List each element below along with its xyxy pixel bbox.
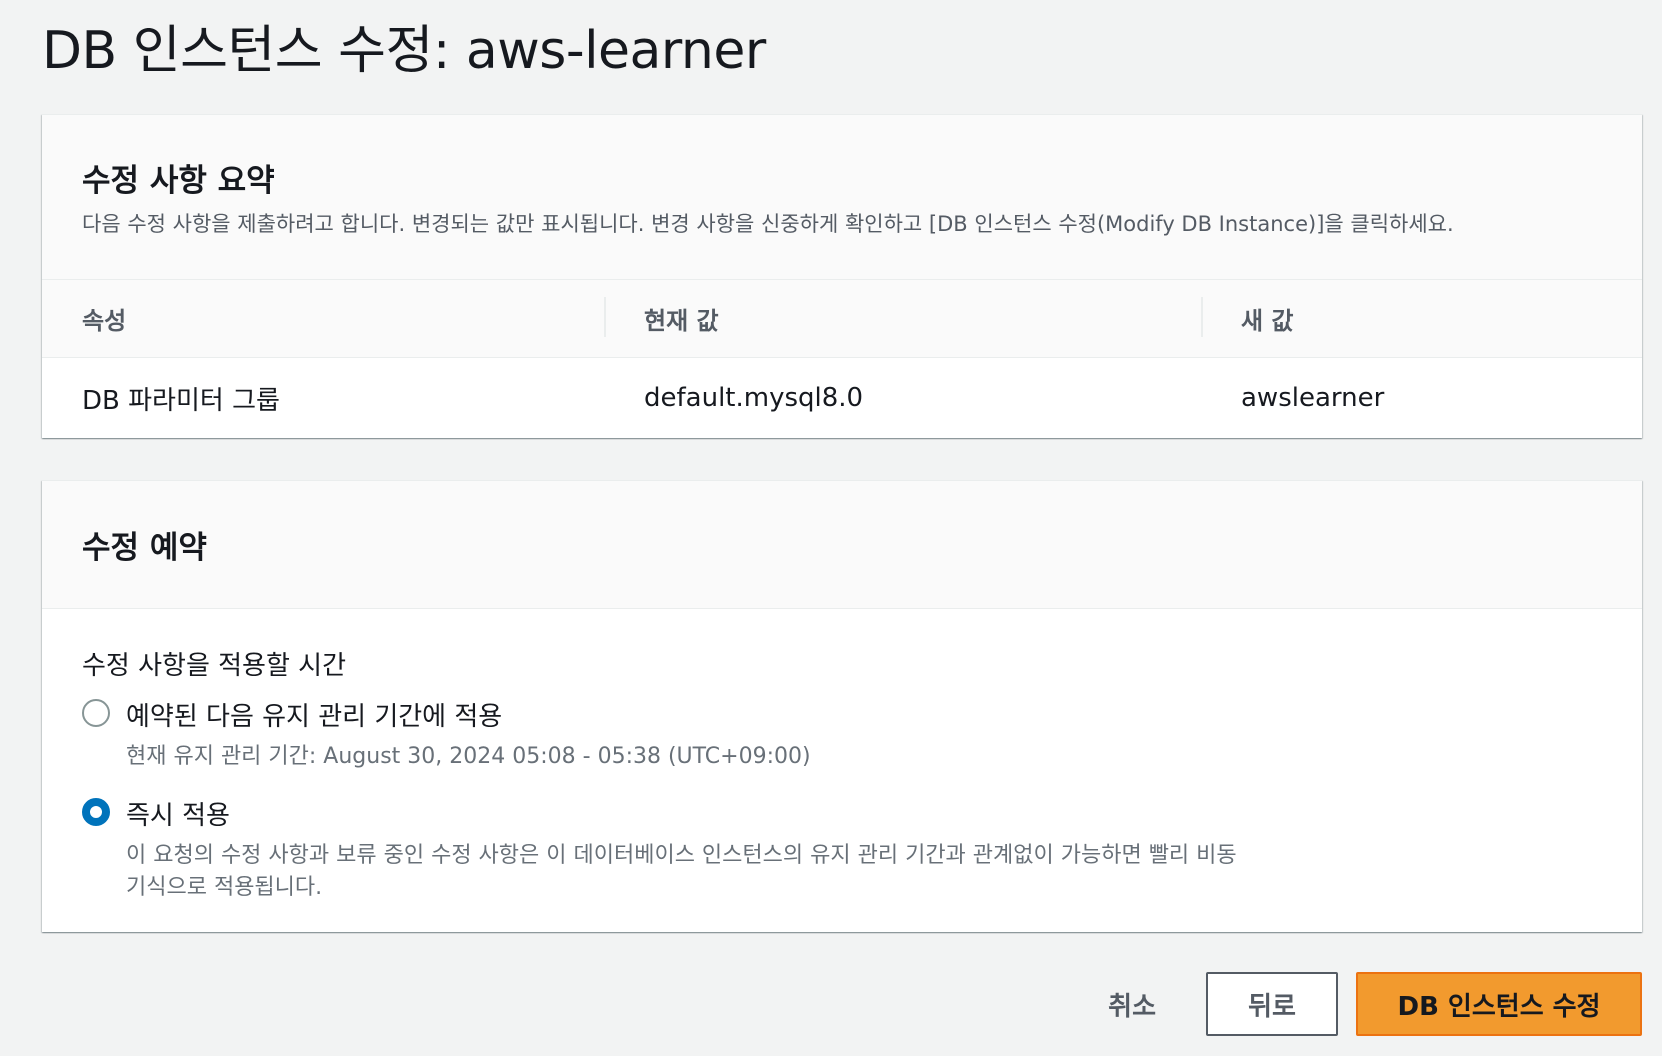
summary-description: 다음 수정 사항을 제출하려고 합니다. 변경되는 값만 표시됩니다. 변경 사… bbox=[82, 212, 1454, 236]
schedule-title: 수정 예약 bbox=[82, 530, 207, 566]
column-header-new-value: 새 값 bbox=[1201, 297, 1642, 337]
modify-db-instance-page: DB 인스턴스 수정: aws-learner 수정 사항 요약 다음 수정 사… bbox=[0, 0, 1662, 1056]
summary-header: 수정 사항 요약 다음 수정 사항을 제출하려고 합니다. 변경되는 값만 표시… bbox=[42, 115, 1642, 280]
radio-option-apply-immediately[interactable]: 즉시 적용 이 요청의 수정 사항과 보류 중인 수정 사항은 이 데이터베이스… bbox=[82, 795, 1602, 904]
radio-description-maintenance-window: 현재 유지 관리 기간: August 30, 2024 05:08 - 05:… bbox=[126, 744, 811, 769]
column-header-current-value: 현재 값 bbox=[604, 297, 1201, 337]
summary-title: 수정 사항 요약 bbox=[82, 163, 275, 199]
table-row: DB 파라미터 그룹 default.mysql8.0 awslearner bbox=[42, 358, 1642, 438]
radio-description-apply-immediately: 이 요청의 수정 사항과 보류 중인 수정 사항은 이 데이터베이스 인스턴스의… bbox=[126, 843, 1237, 900]
column-header-attribute: 속성 bbox=[82, 307, 127, 335]
radio-button-apply-immediately[interactable] bbox=[82, 798, 110, 826]
schedule-panel: 수정 예약 수정 사항을 적용할 시간 예약된 다음 유지 관리 기간에 적용 … bbox=[42, 480, 1642, 932]
radio-label-maintenance-window: 예약된 다음 유지 관리 기간에 적용 bbox=[126, 702, 503, 732]
summary-table-header: 속성 현재 값 새 값 bbox=[42, 280, 1642, 358]
footer-actions: 취소 뒤로 DB 인스턴스 수정 bbox=[1072, 972, 1642, 1036]
radio-option-maintenance-window[interactable]: 예약된 다음 유지 관리 기간에 적용 현재 유지 관리 기간: August … bbox=[82, 696, 1602, 773]
cell-attribute: DB 파라미터 그룹 bbox=[82, 385, 280, 416]
cancel-button[interactable]: 취소 bbox=[1072, 972, 1192, 1036]
modify-db-instance-button[interactable]: DB 인스턴스 수정 bbox=[1356, 972, 1642, 1036]
page-title: DB 인스턴스 수정: aws-learner bbox=[42, 21, 766, 81]
schedule-body: 수정 사항을 적용할 시간 예약된 다음 유지 관리 기간에 적용 현재 유지 … bbox=[42, 609, 1642, 904]
back-button[interactable]: 뒤로 bbox=[1206, 972, 1338, 1036]
summary-panel: 수정 사항 요약 다음 수정 사항을 제출하려고 합니다. 변경되는 값만 표시… bbox=[42, 114, 1642, 438]
schedule-header: 수정 예약 bbox=[42, 481, 1642, 609]
radio-button-maintenance-window[interactable] bbox=[82, 699, 110, 727]
apply-time-label: 수정 사항을 적용할 시간 bbox=[82, 651, 346, 681]
cell-new-value: awslearner bbox=[1241, 383, 1385, 413]
radio-label-apply-immediately: 즉시 적용 bbox=[126, 801, 230, 831]
cell-current-value: default.mysql8.0 bbox=[644, 383, 864, 413]
